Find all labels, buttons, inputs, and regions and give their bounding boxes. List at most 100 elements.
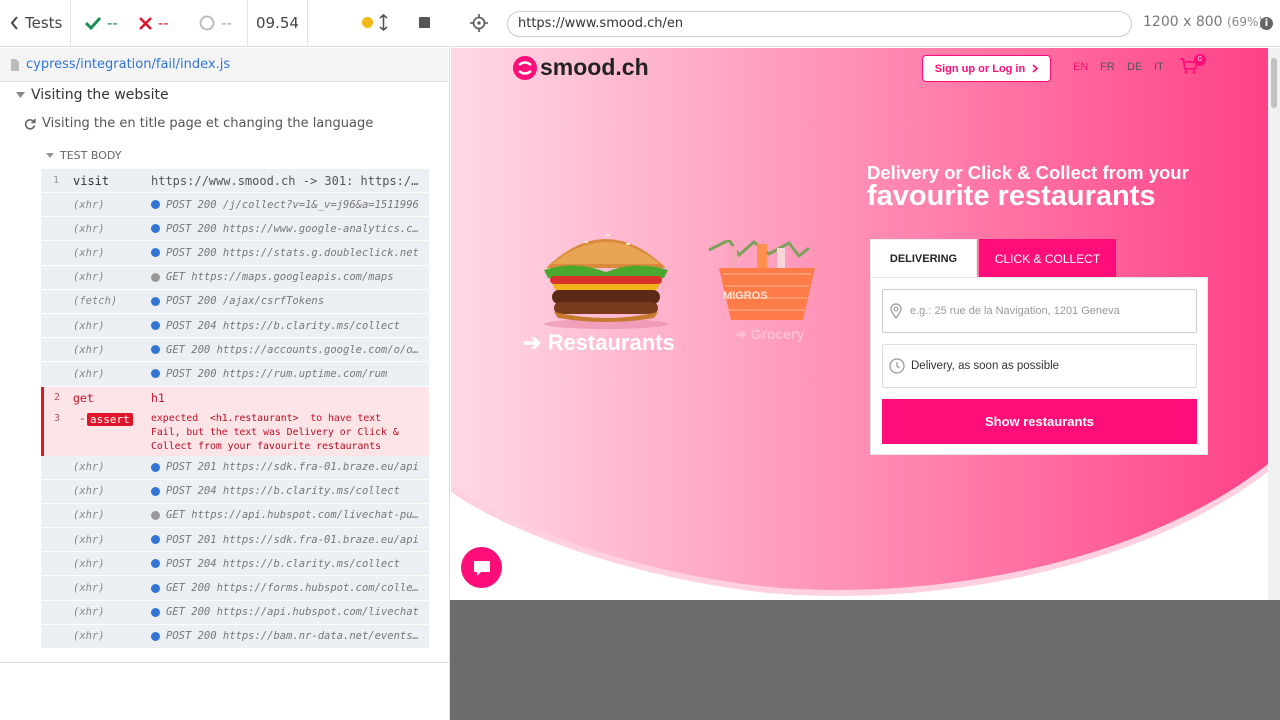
signup-login-button[interactable]: Sign up or Log in — [922, 55, 1051, 82]
request-row[interactable]: (fetch) POST 200 /ajax/csrfTokens — [41, 289, 429, 314]
url-bar[interactable]: https://www.smood.ch/en — [507, 11, 1132, 37]
status-dot-icon — [151, 321, 160, 331]
tab-delivering[interactable]: DELIVERING — [870, 239, 977, 278]
request-row[interactable]: (xhr) POST 200 https://rum.uptime.com/rum — [41, 362, 429, 387]
lang-it[interactable]: IT — [1154, 61, 1164, 73]
request-message: GET https://api.hubspot.com/livechat-pub… — [151, 509, 429, 521]
request-message: POST 201 https://sdk.fra-01.braze.eu/api — [151, 461, 429, 473]
pending-value: -- — [221, 14, 232, 32]
search-form: e.g.: 25 rue de la Navigation, 1201 Gene… — [870, 277, 1208, 455]
request-row[interactable]: (xhr) GET https://api.hubspot.com/livecha… — [41, 503, 429, 529]
clock-icon — [889, 358, 905, 374]
scrollbar[interactable] — [1268, 48, 1280, 600]
info-icon[interactable]: i — [1260, 17, 1273, 30]
retry-icon — [24, 118, 36, 130]
request-row[interactable]: (xhr) POST 200 https://www.google-analyti… — [41, 217, 429, 242]
aut-empty-area — [450, 600, 1280, 720]
show-restaurants-button[interactable]: Show restaurants — [882, 399, 1197, 444]
chat-icon — [473, 560, 490, 576]
delivery-time-select[interactable]: Delivery, as soon as possible — [882, 344, 1197, 388]
burger-image[interactable] — [536, 220, 676, 330]
request-message: POST 204 https://b.clarity.ms/collect — [151, 558, 429, 570]
request-row[interactable]: (xhr) GET 200 https://api.hubspot.com/liv… — [41, 600, 429, 625]
arrow-right-icon: ➔ — [523, 330, 542, 355]
request-url: GET 200 https://forms.hubspot.com/collec… — [166, 582, 423, 595]
runner-panel: Tests -- -- -- 09.54 cypress/integration… — [0, 0, 450, 720]
delivery-time-value: Delivery, as soon as possible — [911, 360, 1060, 372]
crosshair-icon[interactable] — [470, 14, 488, 32]
request-type: (xhr) — [73, 533, 105, 546]
chevron-left-icon — [10, 16, 18, 30]
request-message: GET https://maps.googleapis.com/maps — [151, 271, 429, 283]
request-url: POST 200 https://bam.nr-data.net/events/… — [166, 630, 423, 643]
request-type: (xhr) — [73, 222, 105, 235]
request-type: (xhr) — [73, 630, 105, 643]
suite-title-text: Visiting the website — [31, 87, 169, 103]
request-row[interactable]: (xhr) POST 204 https://b.clarity.ms/colle… — [41, 552, 429, 577]
request-row[interactable]: (xhr) GET https://maps.googleapis.com/map… — [41, 265, 429, 290]
lang-de[interactable]: DE — [1127, 61, 1142, 73]
test-title-text: Visiting the en title page et changing t… — [42, 116, 374, 131]
grocery-link[interactable]: ➔ Grocery — [735, 326, 804, 343]
suite-title[interactable]: Visiting the website — [16, 87, 169, 103]
assert-badge: assert — [87, 412, 133, 426]
lang-fr[interactable]: FR — [1100, 61, 1115, 73]
failed-command[interactable]: 2 get h1 3 - assert expected <h1.restaur… — [41, 386, 429, 456]
pending-count: -- — [193, 0, 248, 47]
app-under-test: smood.ch Sign up or Log in EN FR DE IT 0… — [451, 48, 1280, 600]
request-message: POST 200 /j/collect?v=1&_v=j96&a=1511996 — [151, 199, 429, 211]
status-dot-icon — [151, 607, 160, 617]
divider — [0, 662, 449, 663]
request-row[interactable]: (xhr) GET 200 https://forms.hubspot.com/c… — [41, 576, 429, 601]
stop-button[interactable] — [419, 17, 430, 28]
basket-brand: MIGROS — [723, 290, 768, 302]
grocery-basket-image[interactable] — [699, 240, 819, 325]
test-title[interactable]: Visiting the en title page et changing t… — [24, 116, 373, 131]
test-body-label[interactable]: TEST BODY — [46, 149, 121, 162]
request-url: POST 200 https://stats.g.doubleclick.net — [166, 246, 419, 259]
request-type: (xhr) — [73, 606, 105, 619]
request-row[interactable]: (xhr) POST 200 https://stats.g.doubleclic… — [41, 241, 429, 266]
viewport-size: 1200 x 800 (69%) — [1143, 14, 1263, 30]
command-number: 3 — [54, 412, 61, 424]
lang-en[interactable]: EN — [1073, 61, 1088, 73]
caret-down-icon — [46, 153, 54, 158]
spec-file-bar: cypress/integration/fail/index.js — [0, 48, 448, 82]
grocery-label: Grocery — [750, 326, 805, 342]
spinner-icon — [199, 15, 215, 31]
status-dot-icon — [151, 462, 160, 472]
restaurants-label: Restaurants — [547, 330, 675, 355]
command-name: visit — [73, 173, 110, 188]
request-type: (xhr) — [73, 367, 105, 380]
request-row[interactable]: (xhr) POST 201 https://sdk.fra-01.braze.e… — [41, 455, 429, 480]
tab-click-collect[interactable]: CLICK & COLLECT — [979, 239, 1116, 278]
scroll-toggle-icon[interactable] — [379, 14, 388, 31]
request-message: POST 200 /ajax/csrfTokens — [151, 295, 429, 307]
request-row[interactable]: (xhr) POST 204 https://b.clarity.ms/colle… — [41, 313, 429, 339]
status-dot-icon — [151, 224, 160, 234]
tests-label: Tests — [25, 14, 63, 32]
status-dot-icon — [151, 345, 160, 355]
site-logo[interactable]: smood.ch — [513, 54, 649, 81]
file-icon — [11, 58, 19, 71]
tests-button[interactable]: Tests — [0, 0, 71, 47]
request-row[interactable]: (xhr) POST 201 https://sdk.fra-01.braze.e… — [41, 528, 429, 553]
status-dot-icon — [151, 535, 160, 545]
spec-path-link[interactable]: cypress/integration/fail/index.js — [26, 57, 230, 72]
failed-count: -- — [133, 0, 193, 47]
request-row[interactable]: (xhr) POST 204 https://b.clarity.ms/colle… — [41, 479, 429, 504]
request-type: (xhr) — [73, 582, 105, 595]
request-row[interactable]: (xhr) GET 200 https://accounts.google.com… — [41, 338, 429, 363]
scrollbar-thumb[interactable] — [1271, 58, 1277, 108]
restaurants-link[interactable]: ➔ Restaurants — [523, 330, 675, 356]
status-dot-icon — [151, 559, 160, 569]
address-input[interactable]: e.g.: 25 rue de la Navigation, 1201 Gene… — [882, 289, 1197, 333]
requests-after: (xhr) POST 201 https://sdk.fra-01.braze.e… — [41, 455, 429, 649]
request-row[interactable]: (xhr) POST 200 /j/collect?v=1&_v=j96&a=15… — [41, 193, 429, 218]
viewport-dimensions: 1200 x 800 — [1143, 14, 1223, 30]
status-dot-icon — [151, 510, 160, 520]
request-row[interactable]: (xhr) POST 200 https://bam.nr-data.net/ev… — [41, 624, 429, 649]
chat-button[interactable] — [461, 547, 502, 588]
command-visit[interactable]: 1 visit https://www.smood.ch -> 301: htt… — [41, 169, 429, 193]
request-type: (xhr) — [73, 343, 105, 356]
